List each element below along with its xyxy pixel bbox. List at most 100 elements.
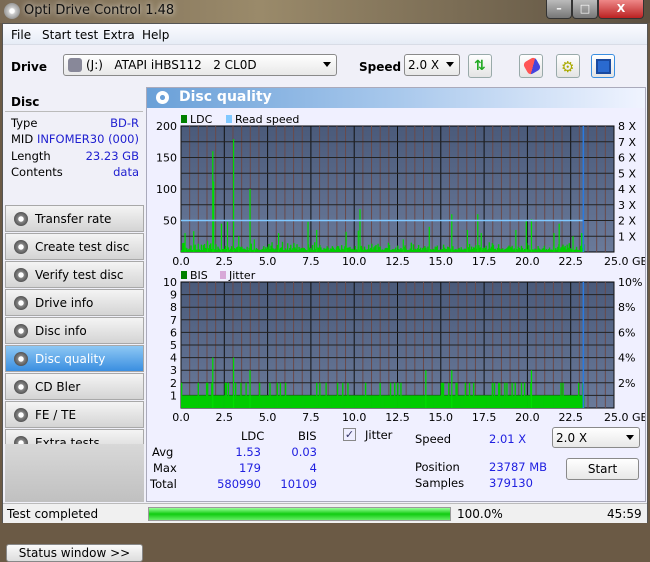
sidebar-item-label: Disc quality (35, 352, 106, 366)
peak-bar (480, 233, 482, 252)
maximize-button[interactable]: □ (572, 0, 598, 19)
x-tick-label: 5.0 (259, 255, 277, 268)
sidebar-item-drive-info[interactable]: Drive info (5, 289, 144, 316)
speed-label: Speed (359, 60, 402, 74)
sidebar-item-disc-info[interactable]: Disc info (5, 317, 144, 344)
chevron-down-icon (323, 62, 331, 67)
info-mid: MID INFOMER30 (000) (11, 132, 139, 146)
minimize-button[interactable]: – (546, 0, 572, 19)
peak-bar (193, 231, 195, 252)
sidebar-item-cd-bler[interactable]: CD Bler (5, 373, 144, 400)
y-tick-label: 3 (170, 364, 177, 377)
samples-value: 379130 (489, 476, 533, 490)
title-bar: Opti Drive Control 1.48 – □ X (0, 0, 650, 23)
x-tick-label: 2.5 (216, 255, 234, 268)
peak-bar (213, 181, 215, 252)
peak-bar (451, 370, 453, 408)
avg-bis: 0.03 (291, 445, 317, 459)
y2-tick-label: 6 X (618, 152, 636, 165)
y-tick-label: 4 (170, 352, 177, 365)
peak-bar (525, 220, 527, 252)
sidebar-item-label: Transfer rate (35, 212, 112, 226)
jitter-checkbox[interactable]: ✓ (343, 428, 356, 441)
sidebar-item-create-test-disc[interactable]: Create test disc (5, 233, 144, 260)
progress-bar (148, 507, 451, 521)
app-icon (4, 3, 20, 19)
disc-icon (14, 352, 28, 366)
peak-bar (581, 233, 583, 252)
close-button[interactable]: X (598, 0, 644, 19)
sidebar-item-disc-quality[interactable]: Disc quality (5, 345, 144, 372)
total-bis: 10109 (280, 477, 317, 491)
y2-tick-label: 4% (618, 352, 635, 365)
menu-help[interactable]: Help (142, 28, 169, 42)
disc-icon (156, 91, 169, 104)
col-ldc: LDC (241, 429, 265, 443)
save-button[interactable] (591, 54, 615, 78)
y-tick-label: 200 (156, 120, 177, 133)
peak-bar (428, 226, 430, 252)
status-text: Test completed (7, 507, 99, 521)
position-value: 23787 MB (489, 460, 548, 474)
x-tick-label: 15.0 (429, 411, 454, 424)
y-tick-label: 8 (170, 301, 177, 314)
peak-bar (558, 223, 560, 252)
drive-icon (68, 58, 82, 72)
panel-title: Disc quality (179, 89, 272, 105)
y2-tick-label: 2 X (618, 215, 636, 228)
menu-start-test[interactable]: Start test (42, 28, 98, 42)
sidebar-item-label: FE / TE (35, 408, 77, 422)
speed-stat-label: Speed (415, 432, 452, 446)
drive-label: Drive (11, 60, 47, 74)
status-window-button[interactable]: Status window >> (6, 544, 143, 562)
x-tick-label: 20.0 (515, 411, 540, 424)
x-tick-label: 10.0 (342, 411, 367, 424)
x-tick-label: 12.5 (385, 255, 410, 268)
refresh-button[interactable]: ⇅ (468, 54, 492, 78)
status-bar: Test completed 100.0% 45:59 (3, 503, 647, 523)
disc-header: Disc (11, 95, 40, 109)
x-tick-label: 25.0 GB (604, 255, 645, 268)
legend-swatch (226, 115, 232, 123)
test-speed-value: 2.0 X (556, 431, 588, 445)
window-title: Opti Drive Control 1.48 (24, 3, 175, 18)
sidebar-item-fe-te[interactable]: FE / TE (5, 401, 144, 428)
peak-bar (212, 357, 214, 408)
sidebar-item-verify-test-disc[interactable]: Verify test disc (5, 261, 144, 288)
drive-value: (J:) ATAPI iHBS112 2 CL0D (86, 58, 257, 72)
speed-select[interactable]: 2.0 X (404, 54, 460, 76)
floppy-icon (596, 59, 611, 74)
peak-bar (253, 239, 255, 252)
y2-tick-label: 8 X (618, 120, 636, 133)
speed-value: 2.0 X (408, 58, 440, 72)
settings-button[interactable]: ⚙ (556, 54, 580, 78)
start-button[interactable]: Start (566, 458, 639, 480)
x-tick-label: 15.0 (429, 255, 454, 268)
peak-bar (466, 229, 468, 252)
test-speed-select[interactable]: 2.0 X (552, 427, 640, 448)
y2-tick-label: 2% (618, 377, 635, 390)
erase-button[interactable] (519, 54, 543, 78)
avg-ldc: 1.53 (235, 445, 261, 459)
peak-bar (206, 240, 209, 252)
refresh-icon: ⇅ (474, 58, 486, 74)
drive-select[interactable]: (J:) ATAPI iHBS112 2 CL0D (63, 54, 337, 76)
x-tick-label: 17.5 (472, 411, 497, 424)
menu-extra[interactable]: Extra (103, 28, 135, 42)
y2-tick-label: 8% (618, 301, 635, 314)
y2-tick-label: 5 X (618, 167, 636, 180)
sidebar-item-transfer-rate[interactable]: Transfer rate (5, 205, 144, 232)
x-tick-label: 7.5 (302, 411, 320, 424)
x-tick-label: 5.0 (259, 411, 277, 424)
disc-icon (14, 380, 28, 394)
y2-tick-label: 7 X (618, 136, 636, 149)
chevron-down-icon (626, 435, 634, 440)
peak-bar (530, 370, 533, 408)
x-tick-label: 25.0 GB (604, 411, 645, 424)
peak-bar (357, 230, 359, 252)
peak-bar (572, 236, 574, 252)
sidebar-item-label: Drive info (35, 296, 94, 310)
peak-bar (249, 370, 251, 408)
menu-file[interactable]: File (11, 28, 31, 42)
y2-tick-label: 1 X (618, 230, 636, 243)
